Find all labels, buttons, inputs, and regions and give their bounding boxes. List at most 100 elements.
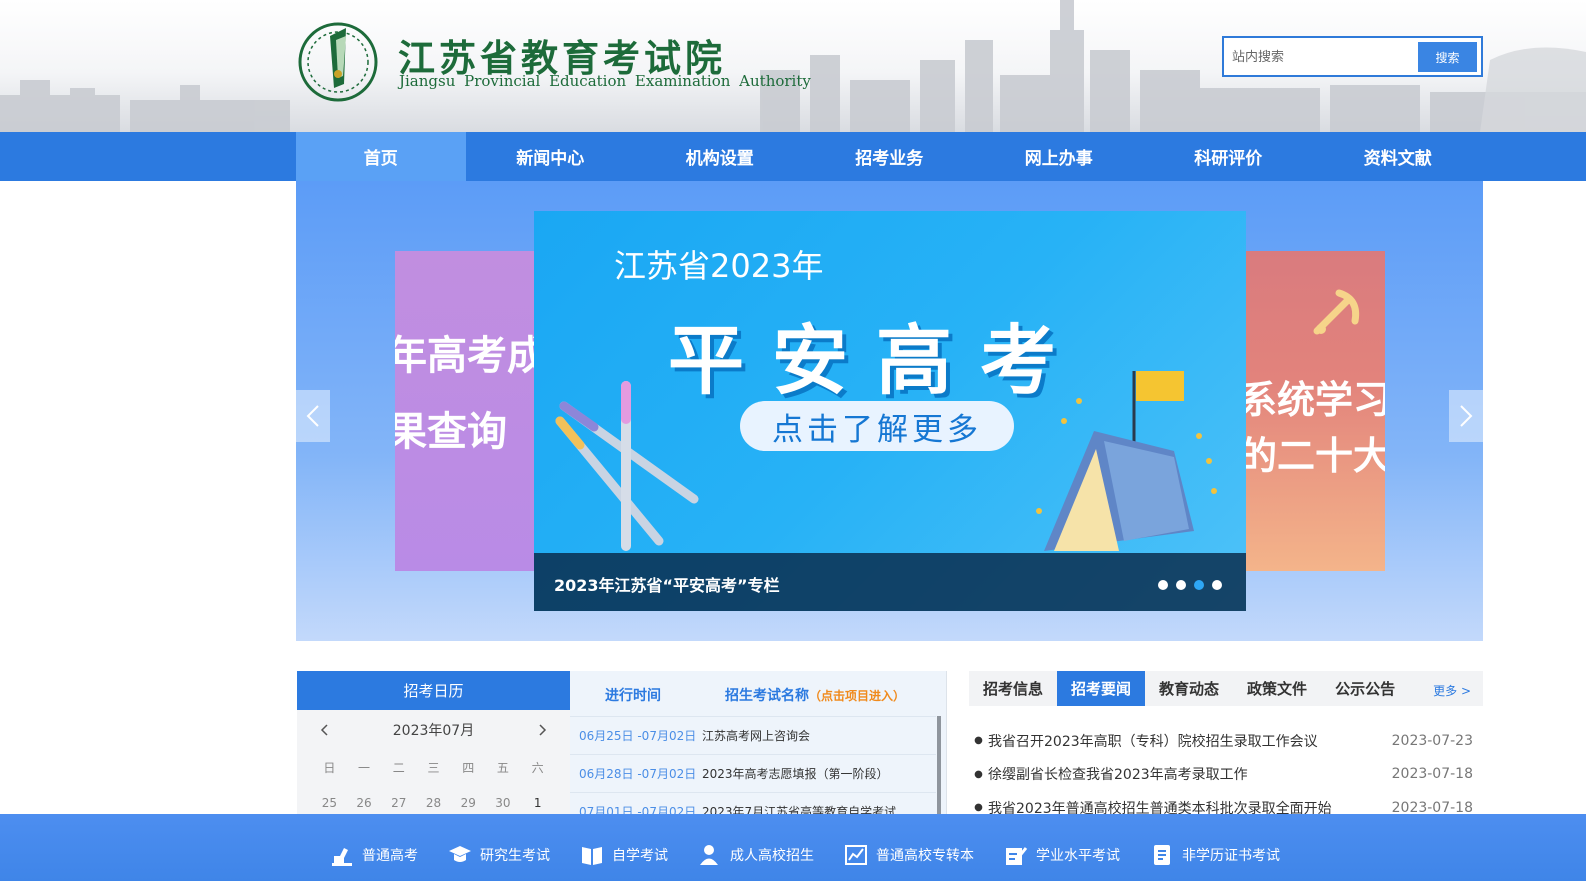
slide-title: 平安高考 xyxy=(668,316,1084,405)
exam-date: 06月25日 -07月02日 xyxy=(579,729,697,743)
nav-item-documents[interactable]: 资料文献 xyxy=(1313,132,1483,181)
exam-row[interactable]: 06月28日 -07月02日 2023年高考志愿填报（第一阶段） xyxy=(570,754,936,792)
quick-link-certificate[interactable]: 非学历证书考试 xyxy=(1150,844,1280,866)
book-icon xyxy=(582,847,602,865)
weekday-mon: 一 xyxy=(358,761,371,775)
prev-slide-text-1: 年高考成 xyxy=(395,333,535,379)
next-slide-text-2: 的二十大 xyxy=(1245,434,1385,478)
tab-public-notices[interactable]: 公示公告 xyxy=(1321,671,1409,706)
quick-link-label: 研究生考试 xyxy=(480,848,550,864)
weekday-tue: 二 xyxy=(392,761,405,775)
carousel-dot-2[interactable] xyxy=(1176,580,1186,590)
news-date: 2023-07-23 xyxy=(1391,732,1473,749)
chevron-left-icon xyxy=(306,405,319,427)
quick-link-label: 普通高校专转本 xyxy=(876,848,974,864)
quick-link-label: 自学考试 xyxy=(612,848,668,864)
bullet-icon: ● xyxy=(974,802,983,814)
institution-logo-icon xyxy=(298,22,378,102)
nav-item-online-services[interactable]: 网上办事 xyxy=(974,132,1144,181)
main-nav-items: 首页 新闻中心 机构设置 招考业务 网上办事 科研评价 资料文献 xyxy=(296,132,1483,181)
quick-link-label: 学业水平考试 xyxy=(1036,848,1120,864)
news-title[interactable]: 我省召开2023年高职（专科）院校招生录取工作会议 xyxy=(988,731,1318,751)
quick-link-label: 成人高校招生 xyxy=(730,848,814,864)
carousel-next-slide[interactable]: 系统学习 的二十大 xyxy=(1245,251,1385,571)
quick-link-gaokao[interactable]: 普通高考 xyxy=(330,844,418,866)
exam-name[interactable]: 2023年高考志愿填报（第一阶段） xyxy=(702,765,889,782)
person-icon xyxy=(700,845,718,865)
weekday-sat: 六 xyxy=(531,761,544,775)
news-tabs: 招考信息 招考要闻 教育动态 政策文件 公示公告 更多 > xyxy=(969,671,1483,706)
search-box: 搜索 xyxy=(1222,36,1483,77)
exam-row[interactable]: 06月25日 -07月02日 江苏高考网上咨询会 xyxy=(570,716,936,754)
bullet-icon: ● xyxy=(974,735,983,747)
calendar-title: 招考日历 xyxy=(297,671,570,710)
slide-caption[interactable]: 2023年江苏省“平安高考”专栏 xyxy=(554,572,780,596)
carousel-active-slide[interactable]: 江苏省2023年 平安高考 点击了解更多 2023年江苏省“平安高考”专栏 xyxy=(534,211,1246,611)
news-date: 2023-07-18 xyxy=(1391,766,1473,783)
next-slide-text-1: 系统学习 xyxy=(1245,378,1385,422)
chart-icon xyxy=(845,845,867,865)
main-nav: 首页 新闻中心 机构设置 招考业务 网上办事 科研评价 资料文献 xyxy=(0,132,1586,181)
nav-item-news[interactable]: 新闻中心 xyxy=(466,132,636,181)
party-emblem-icon xyxy=(1313,289,1360,335)
list-item[interactable]: ● 徐缨副省长检查我省2023年高考录取工作 2023-07-18 xyxy=(969,758,1483,792)
quick-link-adult-admission[interactable]: 成人高校招生 xyxy=(698,844,814,866)
slide-kicker: 江苏省2023年 xyxy=(614,247,824,285)
exam-name[interactable]: 江苏高考网上咨询会 xyxy=(702,727,810,744)
weekday-wed: 三 xyxy=(427,761,440,775)
nav-item-home[interactable]: 首页 xyxy=(296,132,466,181)
weekday-fri: 五 xyxy=(496,761,509,775)
carousel-next-button[interactable] xyxy=(1449,390,1483,442)
list-item[interactable]: ● 我省召开2023年高职（专科）院校招生录取工作会议 2023-07-23 xyxy=(969,724,1483,758)
calendar-month-row: 2023年07月 xyxy=(297,710,570,750)
exam-list-scrollbar[interactable] xyxy=(937,716,941,816)
slide-cta-button[interactable]: 点击了解更多 xyxy=(740,401,1014,451)
carousel-prev-button[interactable] xyxy=(296,390,330,442)
tab-admission-info[interactable]: 招考信息 xyxy=(969,671,1057,706)
quick-link-self-study[interactable]: 自学考试 xyxy=(580,844,668,866)
calendar-grid: 日 一 二 三 四 五 六 25 26 27 28 29 30 1 xyxy=(297,750,570,820)
tab-education-updates[interactable]: 教育动态 xyxy=(1145,671,1233,706)
quick-link-upgrade[interactable]: 普通高校专转本 xyxy=(844,844,974,866)
exam-schedule-header: 进行时间 招生考试名称（点击项目进入） xyxy=(570,671,946,716)
tab-policy-documents[interactable]: 政策文件 xyxy=(1233,671,1321,706)
slide-caption-bar: 2023年江苏省“平安高考”专栏 xyxy=(534,553,1246,611)
site-subtitle: Jiangsu Provincial Education Examination… xyxy=(399,72,811,90)
nav-item-research[interactable]: 科研评价 xyxy=(1144,132,1314,181)
nav-item-admissions[interactable]: 招考业务 xyxy=(805,132,975,181)
quick-link-proficiency[interactable]: 学业水平考试 xyxy=(1004,844,1120,866)
quick-links-bar: 普通高考 研究生考试 自学考试 成人高校招生 普通高校专转本 学业水平考试 非学… xyxy=(0,814,1586,881)
weekday-sun: 日 xyxy=(323,761,336,775)
quick-links: 普通高考 研究生考试 自学考试 成人高校招生 普通高校专转本 学业水平考试 非学… xyxy=(330,844,1310,866)
pencil-doc-icon xyxy=(1006,847,1028,865)
carousel-dot-1[interactable] xyxy=(1158,580,1168,590)
quick-link-graduate[interactable]: 研究生考试 xyxy=(448,844,550,866)
carousel-dots xyxy=(1158,580,1222,590)
graduate-cap-icon xyxy=(449,846,471,862)
chevron-right-icon xyxy=(539,724,547,736)
search-input[interactable] xyxy=(1232,45,1412,69)
carousel-dot-3[interactable] xyxy=(1194,580,1204,590)
news-list: ● 我省召开2023年高职（专科）院校招生录取工作会议 2023-07-23 ●… xyxy=(969,724,1483,825)
quick-link-label: 非学历证书考试 xyxy=(1182,848,1280,864)
exam-icon xyxy=(332,848,352,866)
news-title[interactable]: 徐缨副省长检查我省2023年高考录取工作 xyxy=(988,764,1248,784)
col-time-header: 进行时间 xyxy=(605,688,661,704)
carousel-dot-4[interactable] xyxy=(1212,580,1222,590)
quick-link-label: 普通高考 xyxy=(362,848,418,864)
exam-calendar: 招考日历 2023年07月 日 一 二 三 四 五 六 25 26 27 28 … xyxy=(297,671,570,821)
weekday-thu: 四 xyxy=(462,761,475,775)
bullet-icon: ● xyxy=(974,768,983,780)
news-more-link[interactable]: 更多 > xyxy=(1433,682,1471,699)
nav-item-organization[interactable]: 机构设置 xyxy=(635,132,805,181)
news-panel: 招考信息 招考要闻 教育动态 政策文件 公示公告 更多 > ● 我省召开2023… xyxy=(969,671,1483,821)
carousel-prev-slide[interactable]: 年高考成 果查询 xyxy=(395,251,535,571)
certificate-icon xyxy=(1154,845,1170,865)
chevron-left-icon xyxy=(320,724,328,736)
col-name-label: 招生考试名称 xyxy=(725,688,809,704)
calendar-prev-month-button[interactable] xyxy=(313,719,335,741)
tab-admission-news[interactable]: 招考要闻 xyxy=(1057,671,1146,706)
calendar-next-month-button[interactable] xyxy=(532,719,554,741)
book-and-flag-illustration-icon xyxy=(1036,371,1217,551)
search-button[interactable]: 搜索 xyxy=(1418,42,1477,72)
